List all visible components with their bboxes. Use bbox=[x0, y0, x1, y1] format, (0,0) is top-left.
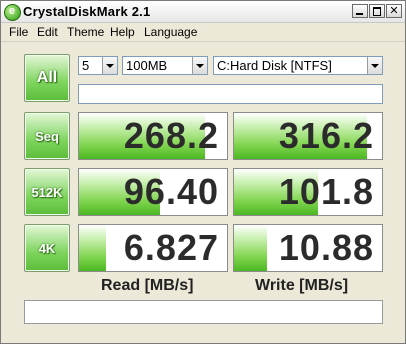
seq-read-result: 268.2 bbox=[78, 112, 228, 160]
seq-test-label: Seq bbox=[35, 128, 59, 144]
4k-write-result: 10.88 bbox=[233, 224, 383, 272]
menu-file[interactable]: File bbox=[7, 24, 30, 40]
app-window: e CrystalDiskMark 2.1 ✕ File Edit Theme … bbox=[0, 0, 406, 344]
menu-language[interactable]: Language bbox=[142, 24, 199, 40]
all-button-label: All bbox=[36, 69, 58, 86]
app-icon-glyph: e bbox=[9, 5, 16, 17]
512k-write-value: 101.8 bbox=[278, 171, 374, 212]
4k-read-result: 6.827 bbox=[78, 224, 228, 272]
512k-write-result: 101.8 bbox=[233, 168, 383, 216]
512k-test-label: 512K bbox=[31, 184, 63, 200]
minimize-button[interactable] bbox=[352, 4, 368, 18]
4k-write-value: 10.88 bbox=[278, 227, 374, 268]
chevron-down-icon[interactable] bbox=[102, 57, 117, 74]
seq-write-result: 316.2 bbox=[233, 112, 383, 160]
read-column-label: Read [MB/s] bbox=[101, 277, 194, 294]
title-bar[interactable]: e CrystalDiskMark 2.1 ✕ bbox=[1, 1, 405, 23]
comment-field[interactable] bbox=[78, 84, 383, 104]
close-icon: ✕ bbox=[389, 4, 399, 17]
4k-test-button[interactable]: 4K bbox=[24, 224, 70, 272]
maximize-button[interactable] bbox=[369, 4, 385, 18]
chevron-down-icon[interactable] bbox=[192, 57, 207, 74]
4k-write-bar bbox=[234, 225, 267, 271]
512k-test-button[interactable]: 512K bbox=[24, 168, 70, 216]
main-panel: All 5 100MB C:Hard Disk [NTFS] Seq 268.2… bbox=[1, 42, 405, 343]
minimize-icon bbox=[353, 5, 367, 17]
4k-test-label: 4K bbox=[38, 240, 56, 256]
write-column-label: Write [MB/s] bbox=[255, 277, 349, 294]
seq-write-value: 316.2 bbox=[278, 115, 374, 156]
512k-read-result: 96.40 bbox=[78, 168, 228, 216]
chevron-down-icon[interactable] bbox=[367, 57, 382, 74]
all-button[interactable]: All bbox=[24, 54, 70, 102]
close-button[interactable]: ✕ bbox=[386, 4, 402, 18]
menu-edit[interactable]: Edit bbox=[35, 24, 60, 40]
maximize-icon bbox=[370, 5, 384, 17]
512k-read-value: 96.40 bbox=[123, 171, 219, 212]
drive-select[interactable]: C:Hard Disk [NTFS] bbox=[213, 56, 383, 75]
4k-read-bar bbox=[79, 225, 106, 271]
menu-bar: File Edit Theme Help Language bbox=[1, 23, 405, 42]
drive-value: C:Hard Disk [NTFS] bbox=[217, 58, 332, 73]
window-title: CrystalDiskMark 2.1 bbox=[23, 4, 151, 19]
test-size-value: 100MB bbox=[126, 58, 168, 73]
test-count-value: 5 bbox=[82, 58, 90, 73]
menu-theme[interactable]: Theme bbox=[65, 24, 106, 40]
test-size-select[interactable]: 100MB bbox=[122, 56, 208, 75]
menu-help[interactable]: Help bbox=[108, 24, 137, 40]
4k-read-value: 6.827 bbox=[123, 227, 219, 268]
seq-test-button[interactable]: Seq bbox=[24, 112, 70, 160]
status-bar bbox=[24, 300, 383, 324]
app-icon[interactable]: e bbox=[4, 4, 21, 21]
test-count-select[interactable]: 5 bbox=[78, 56, 118, 75]
seq-read-value: 268.2 bbox=[123, 115, 219, 156]
